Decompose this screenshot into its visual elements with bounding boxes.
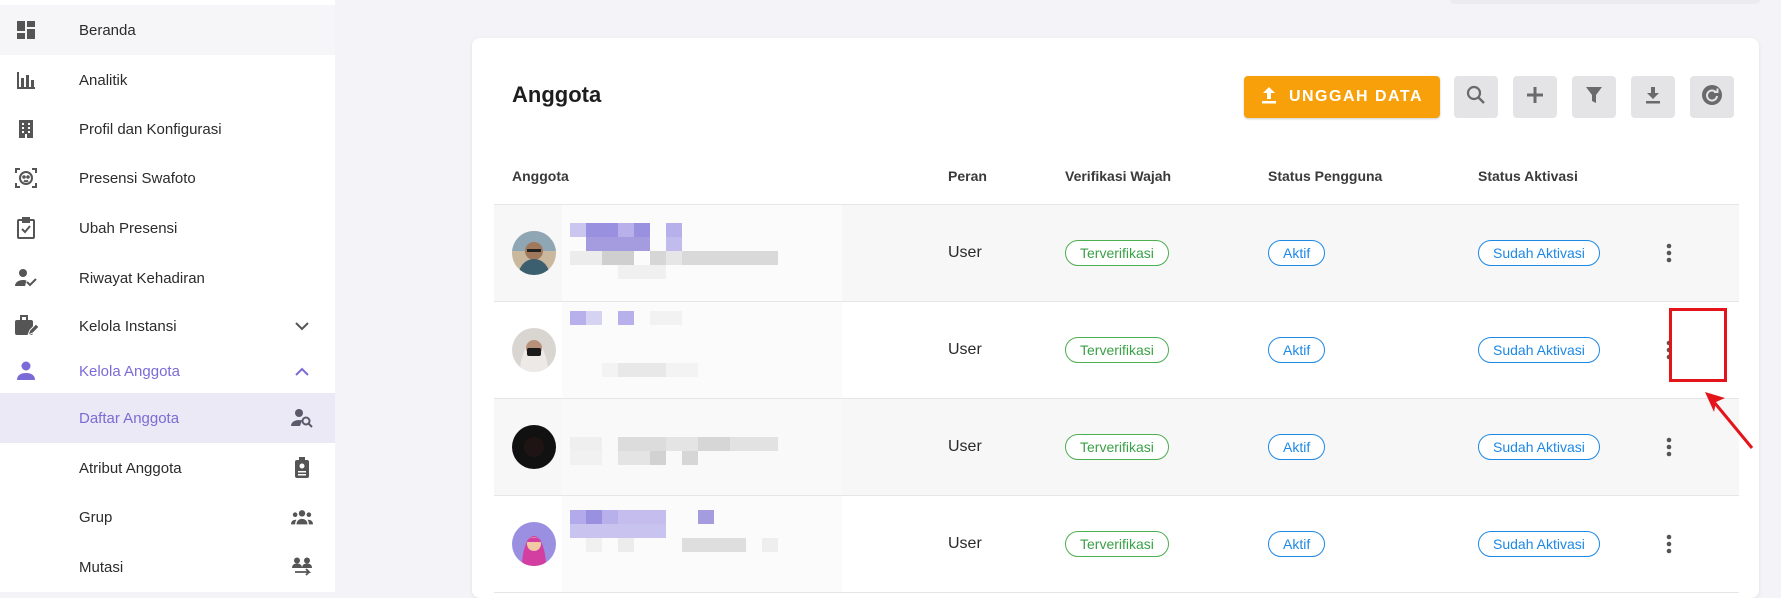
face-scan-icon [14, 166, 38, 190]
sidebar-item-label: Profil dan Konfigurasi [79, 120, 222, 138]
activation-status-badge: Sudah Aktivasi [1478, 434, 1600, 460]
more-options-icon[interactable] [1657, 338, 1681, 362]
sidebar-item-ubah-presensi[interactable]: Ubah Presensi [0, 203, 335, 253]
download-icon [1645, 86, 1661, 109]
sidebar-item-label: Atribut Anggota [79, 459, 182, 477]
sidebar-item-grup[interactable]: Grup [0, 492, 335, 542]
avatar [512, 522, 556, 566]
clipboard-check-icon [14, 216, 38, 240]
redacted-member-info [562, 302, 842, 398]
sidebar-item-beranda[interactable]: Beranda [0, 5, 335, 55]
column-header-verifikasi-wajah: Verifikasi Wajah [1065, 168, 1172, 184]
face-verification-badge: Terverifikasi [1065, 240, 1169, 266]
sidebar-item-daftar-anggota[interactable]: Daftar Anggota [0, 393, 335, 443]
user-status-badge: Aktif [1268, 337, 1326, 363]
redacted-member-info [562, 496, 842, 592]
column-header-peran: Peran [948, 168, 987, 184]
dashboard-icon [14, 18, 38, 42]
sidebar-item-label: Analitik [79, 71, 128, 89]
redacted-member-info [562, 205, 842, 301]
user-status-badge: Aktif [1268, 240, 1326, 266]
sidebar-item-analitik[interactable]: Analitik [0, 55, 335, 105]
download-button[interactable] [1631, 76, 1675, 118]
refresh-icon [1701, 84, 1723, 111]
transfer-people-icon [291, 556, 313, 578]
sidebar-item-profil-dan-konfigurasi[interactable]: Profil dan Konfigurasi [0, 104, 335, 154]
role-cell: User [948, 341, 982, 358]
page-title: Anggota [512, 82, 602, 107]
more-options-icon[interactable] [1657, 241, 1681, 265]
upload-icon [1261, 86, 1277, 109]
search-button[interactable] [1454, 76, 1498, 118]
activation-status-badge: Sudah Aktivasi [1478, 240, 1600, 266]
face-verification-badge: Terverifikasi [1065, 434, 1169, 460]
person-check-icon [14, 266, 38, 290]
chevron-up-icon [291, 360, 313, 382]
sidebar-item-presensi-swafoto[interactable]: Presensi Swafoto [0, 153, 335, 203]
sidebar-item-label: Grup [79, 508, 113, 526]
upload-data-button[interactable]: UNGGAH DATA [1244, 76, 1440, 118]
column-header-status-aktivasi: Status Aktivasi [1478, 168, 1578, 184]
bar-chart-icon [14, 68, 38, 92]
members-card: Anggota UNGGAH DATA Anggota Peran Verifi… [472, 38, 1759, 598]
avatar [512, 328, 556, 372]
face-verification-badge: Terverifikasi [1065, 531, 1169, 557]
chevron-down-icon [291, 315, 313, 337]
table-header: Anggota Peran Verifikasi Wajah Status Pe… [494, 148, 1739, 205]
group-icon [291, 506, 313, 528]
person-icon [14, 359, 38, 383]
user-status-badge: Aktif [1268, 531, 1326, 557]
column-header-anggota: Anggota [512, 168, 569, 184]
building-icon [14, 117, 38, 141]
avatar [512, 231, 556, 275]
role-cell: User [948, 438, 982, 455]
sidebar-item-atribut-anggota[interactable]: Atribut Anggota [0, 443, 335, 493]
sidebar-item-riwayat-kehadiran[interactable]: Riwayat Kehadiran [0, 253, 335, 303]
person-search-icon [291, 407, 313, 429]
more-options-icon[interactable] [1657, 435, 1681, 459]
sidebar: Beranda Analitik Profil dan Konfigurasi … [0, 0, 335, 592]
role-cell: User [948, 244, 982, 261]
sidebar-item-label: Riwayat Kehadiran [79, 269, 205, 287]
sidebar-item-label: Mutasi [79, 558, 124, 576]
role-cell: User [948, 535, 982, 552]
annotation-arrow-icon [1705, 392, 1754, 449]
top-bar-edge [1450, 0, 1760, 4]
face-verification-badge: Terverifikasi [1065, 337, 1169, 363]
column-header-status-pengguna: Status Pengguna [1268, 168, 1383, 184]
sidebar-item-kelola-instansi[interactable]: Kelola Instansi [0, 301, 335, 351]
add-icon [1526, 86, 1544, 109]
table-row[interactable]: User Terverifikasi Aktif Sudah Aktivasi [494, 205, 1739, 302]
sidebar-item-label: Presensi Swafoto [79, 169, 196, 187]
search-icon [1466, 85, 1486, 110]
refresh-button[interactable] [1690, 76, 1734, 118]
sidebar-item-label: Beranda [79, 21, 136, 39]
more-options-icon[interactable] [1657, 532, 1681, 556]
activation-status-badge: Sudah Aktivasi [1478, 531, 1600, 557]
table-row[interactable]: User Terverifikasi Aktif Sudah Aktivasi [494, 496, 1739, 593]
avatar [512, 425, 556, 469]
sidebar-item-label: Kelola Instansi [79, 317, 177, 335]
upload-data-label: UNGGAH DATA [1288, 88, 1424, 105]
filter-button[interactable] [1572, 76, 1616, 118]
sidebar-item-label: Daftar Anggota [79, 409, 180, 427]
filter-icon [1585, 86, 1603, 109]
briefcase-edit-icon [14, 314, 38, 338]
add-member-button[interactable] [1513, 76, 1557, 118]
badge-icon [291, 457, 313, 479]
redacted-member-info [562, 399, 842, 495]
sidebar-item-mutasi[interactable]: Mutasi [0, 542, 335, 592]
sidebar-item-label: Kelola Anggota [79, 362, 180, 380]
table-row[interactable]: User Terverifikasi Aktif Sudah Aktivasi [494, 302, 1739, 399]
table-row[interactable]: User Terverifikasi Aktif Sudah Aktivasi [494, 399, 1739, 496]
activation-status-badge: Sudah Aktivasi [1478, 337, 1600, 363]
sidebar-item-label: Ubah Presensi [79, 219, 178, 237]
sidebar-item-kelola-anggota[interactable]: Kelola Anggota [0, 346, 335, 396]
user-status-badge: Aktif [1268, 434, 1326, 460]
